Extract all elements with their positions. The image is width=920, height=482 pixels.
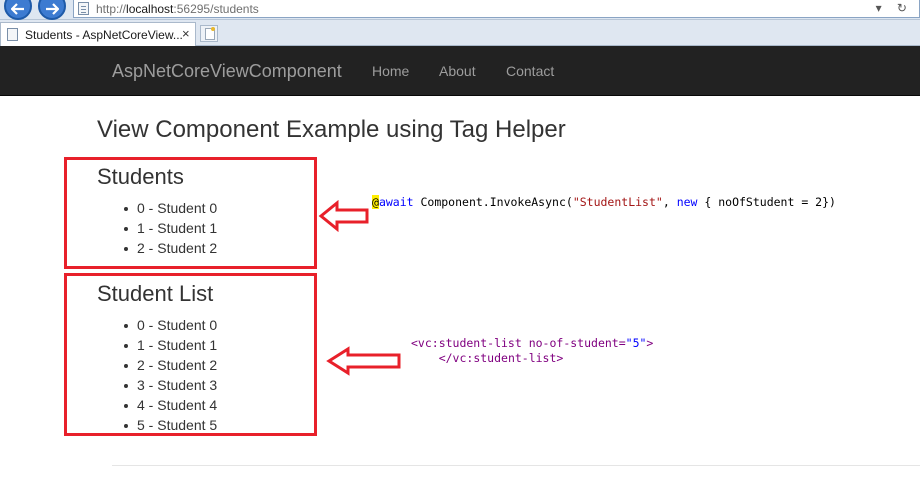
highlight-box-students [64,157,317,269]
code-text: { noOfStudent = 2}) [697,195,836,209]
url-text: http://localhost:56295/students [96,2,259,16]
url-rest: :56295/students [173,2,259,16]
page-icon [78,2,89,15]
navbar: AspNetCoreViewComponent Home About Conta… [0,46,920,96]
code-at-symbol: @ [372,195,379,209]
page-title: View Component Example using Tag Helper [97,116,566,143]
code-close-tag: </vc:student-list> [438,351,564,365]
code-text: Component.InvokeAsync( [413,195,573,209]
left-arrow-icon [326,346,401,376]
navbar-brand[interactable]: AspNetCoreViewComponent [112,61,342,82]
browser-tab[interactable]: Students - AspNetCoreView... × [0,22,196,46]
code-keyword: await [378,195,414,209]
code-keyword: new [676,195,698,209]
highlight-box-student-list [64,273,317,436]
new-tab-button[interactable] [200,25,218,42]
browser-tab-strip: Students - AspNetCoreView... × [0,20,920,46]
url-prefix: http:// [96,2,127,16]
nav-link-contact[interactable]: Contact [506,63,554,79]
footer-divider [112,465,920,466]
code-attribute: no-of-student= [521,336,626,350]
back-arrow-icon [11,3,24,15]
back-button[interactable] [4,0,32,20]
code-string: "StudentList" [572,195,663,209]
page-icon [7,28,18,41]
tag-helper-code-snippet: <vc:student-list no-of-student="5"> </vc… [411,336,653,366]
code-text: , [662,195,677,209]
invoke-async-code-snippet: @await Component.InvokeAsync("StudentLis… [372,195,836,209]
browser-address-bar: http://localhost:56295/students ▾ ↻ [0,0,920,20]
nav-link-about[interactable]: About [439,63,476,79]
url-actions[interactable]: ▾ ↻ [876,1,913,15]
tab-title: Students - AspNetCoreView... [25,28,183,42]
code-open-tag: <vc:student-list [411,336,522,350]
forward-arrow-icon [46,3,59,15]
close-tab-icon[interactable]: × [182,26,190,41]
nav-link-home[interactable]: Home [372,63,409,79]
code-bracket: > [646,336,654,350]
url-host: localhost [126,2,174,16]
url-field[interactable]: http://localhost:56295/students ▾ ↻ [73,0,920,18]
left-arrow-icon [318,200,369,232]
code-attribute-value: "5" [625,336,647,350]
forward-button[interactable] [38,0,66,20]
